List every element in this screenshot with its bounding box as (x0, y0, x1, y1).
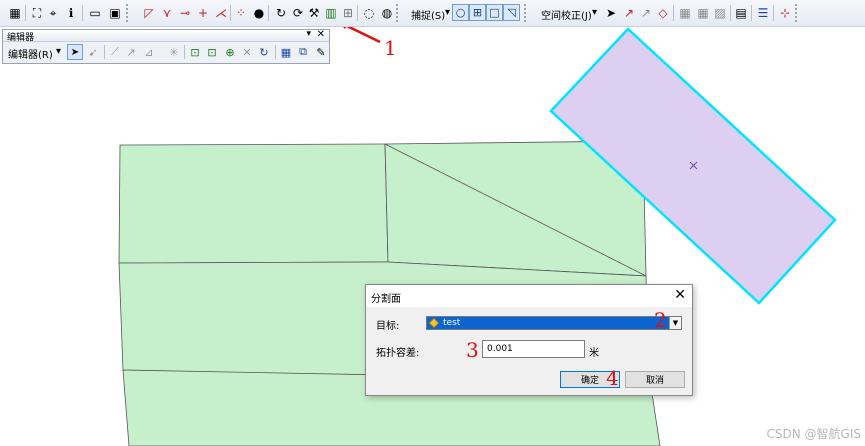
select-arrow-icon[interactable]: ➤ (602, 4, 620, 22)
editor-menu[interactable]: 编辑器(R) (8, 46, 53, 61)
point-snap-icon[interactable]: ○ (452, 4, 469, 21)
separator (773, 5, 774, 21)
split-icon[interactable]: ✕ (239, 44, 255, 60)
separator (357, 5, 358, 21)
annotation-number-2: 2 (654, 308, 667, 332)
separator (751, 5, 752, 21)
edit-vertices-icon[interactable]: ◸ (140, 4, 158, 22)
editor-toolbar-body: 编辑器(R) ▾ ➤ ➹ ⟋ ↗ ⊿ ✳ ⊡ ⊡ ⊕ ✕ ↻ ▦ ⧉ ✎ (3, 42, 329, 63)
cancel-button[interactable]: 取消 (625, 371, 685, 388)
split-polygon-dialog: 分割面 ✕ 目标: test ▼ 拓扑容差: 0.001 米 确定 取消 (365, 284, 693, 396)
topology-edit-icon[interactable]: ⊹ (776, 4, 794, 22)
target-value: test (443, 318, 461, 328)
layout-view-icon[interactable]: ▭ (86, 4, 104, 22)
end-snap-icon[interactable]: ◹ (503, 4, 520, 21)
link-table-icon[interactable]: ▦ (694, 4, 712, 22)
topology-icon[interactable]: ⁘ (232, 4, 250, 22)
toolbar-grip[interactable] (396, 4, 400, 22)
cut-icon[interactable]: ⋌ (212, 4, 230, 22)
rotate-icon[interactable]: ↻ (256, 44, 272, 60)
layer-icon (428, 317, 440, 329)
toolbar-grip[interactable] (524, 4, 528, 22)
separator (25, 5, 26, 21)
target-label: 目标: (376, 321, 400, 332)
snapping-menu[interactable]: 捕捉(S) (411, 7, 445, 22)
smooth-icon[interactable]: ◍ (378, 4, 396, 22)
arcmap-window: ▦ ⛶ ⌖ ℹ ▭ ▣ ◸ ⋎ ⊸ + ⋌ ⁘ ● ↻ ⟳ ⚒ ▥ ⊞ ◌ ◍ … (0, 0, 865, 446)
chevron-down-icon[interactable]: ▼ (669, 317, 681, 329)
edge-snap-icon[interactable]: □ (486, 4, 503, 21)
tolerance-input[interactable]: 0.001 (482, 340, 585, 358)
rotate-icon[interactable]: ↻ (272, 4, 290, 22)
attributes-icon[interactable]: ▦ (278, 44, 294, 60)
annotation-number-1: 1 (384, 36, 397, 60)
displacement-link-icon[interactable]: ◇ (654, 4, 672, 22)
editor-toolbar: 编辑器 ▾ ✕ 编辑器(R) ▾ ➤ ➹ ⟋ ↗ ⊿ ✳ ⊡ ⊡ ⊕ ✕ ↻ ▦… (2, 29, 330, 64)
modify-link-icon[interactable]: ↗ (637, 4, 655, 22)
data-view-icon[interactable]: ▣ (106, 4, 124, 22)
edit-annotation-icon[interactable]: ➹ (85, 44, 101, 60)
main-toolbar: ▦ ⛶ ⌖ ℹ ▭ ▣ ◸ ⋎ ⊸ + ⋌ ⁘ ● ↻ ⟳ ⚒ ▥ ⊞ ◌ ◍ … (0, 0, 865, 27)
chevron-down-icon[interactable]: ▾ (445, 7, 450, 18)
close-icon[interactable]: ✕ (317, 29, 325, 40)
straight-segment-icon[interactable]: ⟋ (107, 44, 123, 60)
attributes-icon[interactable]: ▤ (732, 4, 750, 22)
edit-tool-icon[interactable]: ➤ (67, 44, 83, 60)
spatial-adjust-menu[interactable]: 空间校正(J) (541, 7, 592, 22)
table-icon[interactable]: ▦ (676, 4, 694, 22)
toolbar-grip[interactable] (795, 4, 799, 22)
chevron-down-icon[interactable]: ▾ (592, 7, 597, 18)
annotation-number-4: 4 (606, 366, 619, 390)
separator (82, 5, 83, 21)
close-icon[interactable]: ✕ (674, 287, 686, 303)
annotation-arrow-1 (336, 20, 381, 44)
separator (104, 45, 105, 59)
dialog-title: 分割面 (371, 294, 401, 305)
catalog-icon[interactable]: ▦ (6, 4, 24, 22)
sketch-properties-icon[interactable]: ⧉ (295, 44, 311, 60)
generalize-icon[interactable]: ◌ (360, 4, 378, 22)
separator (230, 5, 231, 21)
add-vertex-icon[interactable]: + (194, 4, 212, 22)
annotation-number-3: 3 (466, 338, 479, 362)
preview-icon[interactable]: ▨ (711, 4, 729, 22)
chevron-down-icon[interactable]: ▾ (56, 46, 61, 57)
construct-icon[interactable]: ⚒ (305, 4, 323, 22)
reshape-icon[interactable]: ⋎ (158, 4, 176, 22)
sphere-icon[interactable]: ● (250, 4, 268, 22)
align-icon[interactable]: ☰ (754, 4, 772, 22)
grid-icon[interactable]: ⊞ (339, 4, 357, 22)
point-icon[interactable]: ✳ (166, 44, 182, 60)
separator (184, 45, 185, 59)
new-link-icon[interactable]: ↗ (620, 4, 638, 22)
create-features-icon[interactable]: ✎ (313, 44, 329, 60)
split-line-icon[interactable]: ⊸ (176, 4, 194, 22)
separator (268, 5, 269, 21)
trace-icon[interactable]: ⊿ (141, 44, 157, 60)
target-select[interactable]: test ▼ (426, 316, 682, 330)
vertex-snap-icon[interactable]: ⊞ (469, 4, 486, 21)
polygon-upper-left[interactable] (118, 143, 389, 264)
separator (730, 5, 731, 21)
pin-icon[interactable]: ▾ (306, 29, 311, 39)
tolerance-label: 拓扑容差: (376, 348, 420, 359)
cut-polygons-icon[interactable]: ⊕ (222, 44, 238, 60)
separator (673, 5, 674, 21)
xy-icon[interactable]: ℹ (62, 4, 80, 22)
end-point-arc-icon[interactable]: ↗ (123, 44, 139, 60)
tolerance-unit: 米 (589, 348, 599, 359)
dialog-title-bar[interactable]: 分割面 ✕ (366, 285, 692, 307)
edit-vertices-icon[interactable]: ⊡ (187, 44, 203, 60)
goto-xy-icon[interactable]: ⌖ (44, 4, 62, 22)
editor-title-bar[interactable]: 编辑器 ▾ ✕ (3, 29, 329, 43)
separator (275, 45, 276, 59)
toolbar-grip[interactable] (126, 4, 130, 22)
reshape-feature-icon[interactable]: ⊡ (204, 44, 220, 60)
watermark: CSDN @智航GIS (766, 427, 861, 441)
split-polygon-icon[interactable]: ▥ (322, 4, 340, 22)
